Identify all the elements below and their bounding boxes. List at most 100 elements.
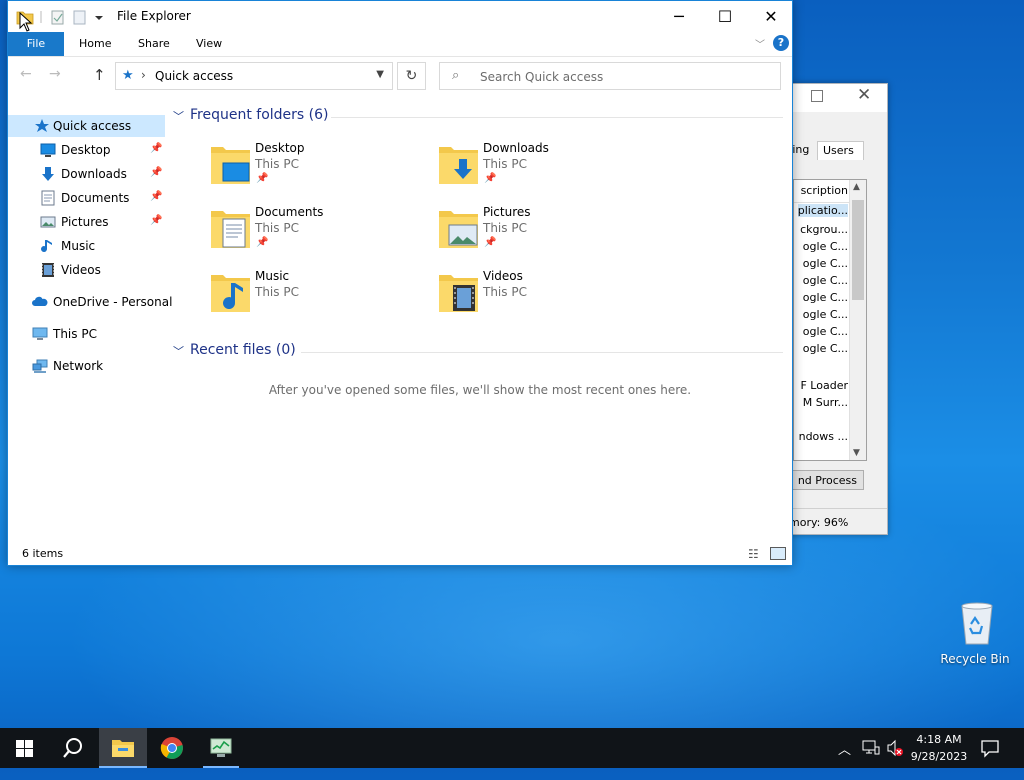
document-icon <box>41 190 55 206</box>
star-icon <box>35 119 49 132</box>
folder-name: Documents <box>255 205 324 219</box>
sidebar-item-documents[interactable]: Documents 📌 <box>8 187 165 209</box>
process-row[interactable]: ogle C... <box>803 291 848 304</box>
maximize-button[interactable]: ☐ <box>702 1 748 32</box>
address-bar[interactable]: ★ › Quick access ▼ <box>115 62 393 90</box>
frequent-folders-header[interactable]: ﹀ Frequent folders (6) <box>173 107 783 127</box>
chrome-icon <box>160 737 183 759</box>
navigation-pane[interactable]: Quick access Desktop 📌 Downloads 📌 Docum… <box>8 111 172 531</box>
pin-icon[interactable]: 📌 <box>484 173 496 184</box>
download-icon <box>42 167 54 181</box>
pin-icon[interactable]: 📌 <box>150 215 162 226</box>
process-row[interactable]: F Loader <box>800 379 848 392</box>
pin-icon[interactable]: 📌 <box>484 237 496 248</box>
folder-tile-pictures[interactable]: Pictures This PC 📌 <box>437 205 657 261</box>
tab-file[interactable]: File <box>8 32 64 56</box>
sidebar-item-onedrive[interactable]: OneDrive - Personal <box>8 291 172 313</box>
process-row[interactable]: ogle C... <box>803 342 848 355</box>
recycle-bin[interactable]: Recycle Bin <box>940 600 1010 666</box>
breadcrumb-chevron-icon[interactable]: › <box>141 68 146 82</box>
collapse-chevron-icon[interactable]: ﹀ <box>173 108 184 124</box>
forward-button[interactable]: → <box>49 66 61 82</box>
folder-location: This PC <box>255 157 299 171</box>
refresh-button[interactable]: ↻ <box>397 62 426 90</box>
search-input[interactable] <box>478 67 772 87</box>
up-button[interactable]: ↑ <box>93 66 106 84</box>
folder-name: Downloads <box>483 141 549 155</box>
scroll-down-icon[interactable]: ▼ <box>853 448 860 458</box>
recycle-bin-label: Recycle Bin <box>940 652 1010 666</box>
process-row[interactable]: ndows ... <box>799 430 848 443</box>
folder-tile-videos[interactable]: Videos This PC <box>437 269 657 325</box>
file-explorer-window[interactable]: File Explorer ─ ☐ ✕ File Home Share View… <box>7 0 793 566</box>
task-manager-maximize-button[interactable] <box>811 90 823 102</box>
tab-share[interactable]: Share <box>138 32 170 56</box>
collapse-chevron-icon[interactable]: ﹀ <box>173 343 184 359</box>
recycle-bin-icon <box>958 600 993 645</box>
folder-location: This PC <box>255 221 299 235</box>
minimize-button[interactable]: ─ <box>656 1 702 32</box>
folder-tile-downloads[interactable]: Downloads This PC 📌 <box>437 141 657 197</box>
pin-icon[interactable]: 📌 <box>150 167 162 178</box>
start-button[interactable] <box>0 728 48 768</box>
breadcrumb[interactable]: Quick access <box>155 69 233 83</box>
process-row[interactable]: ogle C... <box>803 274 848 287</box>
process-row[interactable]: ogle C... <box>803 325 848 338</box>
folder-tile-desktop[interactable]: Desktop This PC 📌 <box>209 141 429 197</box>
process-row[interactable]: ogle C... <box>803 257 848 270</box>
new-folder-icon <box>73 10 86 25</box>
pin-icon[interactable]: 📌 <box>256 173 268 184</box>
documents-folder-icon <box>211 211 250 248</box>
folder-tile-music[interactable]: Music This PC <box>209 269 429 325</box>
task-manager-close-button[interactable]: ✕ <box>857 87 871 104</box>
back-button[interactable]: ← <box>20 66 32 82</box>
video-icon <box>42 263 54 277</box>
pin-icon[interactable]: 📌 <box>150 191 162 202</box>
network-tray-icon[interactable] <box>862 740 880 780</box>
pin-icon[interactable]: 📌 <box>256 237 268 248</box>
tab-users[interactable]: Users <box>817 141 864 160</box>
details-view-icon[interactable]: ☷ <box>748 547 759 561</box>
process-row[interactable]: ckgrou... <box>800 223 848 236</box>
frequent-folders-title: Frequent folders (6) <box>190 107 329 123</box>
search-icon <box>63 738 82 758</box>
sidebar-item-this-pc[interactable]: This PC <box>8 323 165 345</box>
task-manager-icon <box>210 738 232 757</box>
process-row[interactable]: ogle C... <box>803 308 848 321</box>
taskbar-task-manager[interactable] <box>197 728 245 768</box>
scroll-up-icon[interactable]: ▲ <box>853 182 860 192</box>
notification-center-icon[interactable] <box>980 738 1000 758</box>
taskbar-chrome[interactable] <box>148 728 196 768</box>
taskbar-file-explorer[interactable] <box>99 728 147 768</box>
process-list-scrollbar[interactable]: ▲ ▼ <box>849 180 866 460</box>
address-dropdown-icon[interactable]: ▼ <box>376 69 384 80</box>
search-box[interactable]: ⌕ <box>439 62 781 90</box>
recent-files-header[interactable]: ﹀ Recent files (0) <box>173 342 783 362</box>
sidebar-item-pictures[interactable]: Pictures 📌 <box>8 211 165 233</box>
sidebar-item-downloads[interactable]: Downloads 📌 <box>8 163 165 185</box>
help-button[interactable]: ? <box>773 35 789 51</box>
sidebar-item-desktop[interactable]: Desktop 📌 <box>8 139 165 161</box>
expand-ribbon-icon[interactable]: ﹀ <box>755 36 765 51</box>
tab-view[interactable]: View <box>196 32 222 56</box>
taskbar-search-button[interactable] <box>48 728 96 768</box>
titlebar[interactable]: File Explorer ─ ☐ ✕ <box>8 1 792 32</box>
large-icons-view-icon[interactable] <box>770 547 786 560</box>
tab-home[interactable]: Home <box>79 32 111 56</box>
process-row[interactable]: plicatio... <box>797 204 848 217</box>
sidebar-item-videos[interactable]: Videos <box>8 259 165 281</box>
process-row[interactable]: ogle C... <box>803 240 848 253</box>
statusbar: 6 items ☷ <box>8 542 792 566</box>
pin-icon[interactable]: 📌 <box>150 143 162 154</box>
process-row[interactable]: M Surr... <box>803 396 848 409</box>
sidebar-item-network[interactable]: Network <box>8 355 165 377</box>
sidebar-item-music[interactable]: Music <box>8 235 165 257</box>
close-button[interactable]: ✕ <box>748 1 794 32</box>
sidebar-item-quick-access[interactable]: Quick access <box>8 115 165 137</box>
scrollbar-thumb[interactable] <box>852 200 864 300</box>
show-hidden-icons-chevron-icon[interactable]: ︿ <box>838 739 851 779</box>
taskbar-clock[interactable]: 4:18 AM 9/28/2023 <box>905 731 973 765</box>
task-manager-process-list[interactable]: scription plicatio... ckgrou... ogle C... o… <box>793 179 867 461</box>
folder-tile-documents[interactable]: Documents This PC 📌 <box>209 205 429 261</box>
volume-muted-icon[interactable] <box>886 739 904 779</box>
